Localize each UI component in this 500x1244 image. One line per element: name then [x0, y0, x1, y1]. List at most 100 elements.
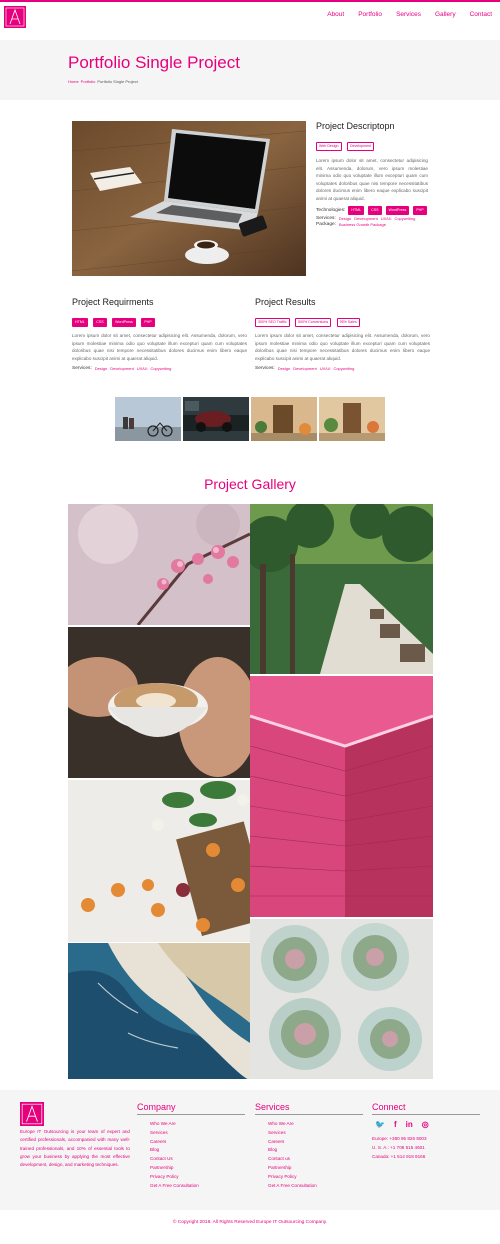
gallery-title: Project Gallery	[204, 476, 296, 492]
technologies-row: Technologies: HTML CSS WordPress PHP	[316, 206, 428, 215]
project-description-text: Lorem ipsum dolor sit amet, consectetur …	[316, 158, 428, 201]
nav-about[interactable]: About	[327, 11, 344, 18]
service-link[interactable]: Development	[110, 366, 134, 371]
thumbnail-couple-bike[interactable]	[115, 397, 181, 441]
gallery-image-coffee[interactable]	[68, 627, 250, 778]
footer-link[interactable]: Who We Are	[150, 1120, 245, 1129]
project-requirements: Project Requirments HTML CSS WordPress P…	[72, 297, 247, 371]
project-description-title: Project Descriptopn	[316, 121, 395, 131]
requirement-tag[interactable]: PHP	[141, 318, 155, 327]
nav-contact[interactable]: Contact	[470, 11, 492, 18]
breadcrumb-portfolio[interactable]: Portfolio	[81, 79, 96, 84]
footer-phone[interactable]: Europe: +380 95 826 5003	[372, 1135, 480, 1144]
gallery-image-succulents[interactable]	[250, 919, 433, 1079]
gallery-image-blossom[interactable]	[68, 504, 250, 625]
service-link[interactable]: Copywriting	[150, 366, 171, 371]
result-tag[interactable]: 95% Sales	[336, 318, 360, 327]
requirements-text: Lorem ipsum dolor sit amet, consectetur …	[72, 333, 247, 361]
service-link[interactable]: Design	[278, 366, 290, 371]
service-link[interactable]: Copywriting	[394, 216, 415, 221]
thumbnail-vintage-car[interactable]	[183, 397, 249, 441]
requirements-services-row: Services: Design Development UX/UI Copyw…	[72, 366, 247, 371]
service-link[interactable]: Design	[339, 216, 351, 221]
tech-tag[interactable]: HTML	[348, 206, 365, 215]
copyright: © Copyright 2018. All Rights Reserved Eu…	[172, 1220, 328, 1225]
results-tags: 300% SEO Traffic 500% Conversions 95% Sa…	[255, 310, 430, 328]
results-services-row: Services: Design Development UX/UI Copyw…	[255, 366, 430, 371]
footer-link[interactable]: Services	[268, 1129, 363, 1138]
package-label: Package:	[316, 222, 337, 227]
gallery-image-pink-wall[interactable]	[250, 676, 433, 917]
footer-link[interactable]: Partnership	[150, 1164, 245, 1173]
nav-services[interactable]: Services	[396, 11, 421, 18]
package-row: Package: Business Growth Package	[316, 222, 428, 227]
nav-portfolio[interactable]: Portfolio	[358, 11, 382, 18]
page-title: Portfolio Single Project	[68, 53, 240, 72]
logo[interactable]	[4, 6, 26, 28]
project-description: Project Descriptopn Web Design Developme…	[316, 121, 428, 227]
result-tag[interactable]: 300% SEO Traffic	[255, 318, 290, 327]
instagram-icon[interactable]: ◎	[422, 1120, 429, 1129]
project-results: Project Results 300% SEO Traffic 500% Co…	[255, 297, 430, 371]
footer-link[interactable]: Contact Us	[150, 1155, 245, 1164]
footer-link[interactable]: Blog	[150, 1146, 245, 1155]
technologies-label: Technologies:	[316, 208, 346, 213]
footer-link[interactable]: Contact us	[268, 1155, 363, 1164]
breadcrumb-home[interactable]: Home	[68, 79, 79, 84]
social-links: 🐦 f in ◎	[372, 1120, 480, 1129]
services-label: Services:	[316, 216, 336, 221]
footer-link[interactable]: Get A Free Consultation	[268, 1182, 363, 1191]
result-tag[interactable]: 500% Conversions	[294, 318, 332, 327]
footer-company-title: Company	[137, 1102, 245, 1115]
footer-connect-title: Connect	[372, 1102, 480, 1115]
footer-link[interactable]: Privacy Policy	[268, 1173, 363, 1182]
breadcrumb: Home Portfolio Portfolio Single Project	[68, 79, 138, 84]
thumbnail-house-door[interactable]	[251, 397, 317, 441]
service-link[interactable]: Development	[354, 216, 378, 221]
footer-link[interactable]: Blog	[268, 1146, 363, 1155]
gallery-image-fruit[interactable]	[68, 780, 250, 942]
footer-services-column: Services Who We Are Services Careers Blo…	[255, 1102, 363, 1190]
service-link[interactable]: UX/UI	[320, 366, 331, 371]
service-link[interactable]: UX/UI	[381, 216, 392, 221]
tech-tag[interactable]: CSS	[368, 206, 382, 215]
project-main-image	[72, 121, 306, 276]
requirement-tag[interactable]: HTML	[72, 318, 88, 327]
footer-about-text: Europe IT Outsourcing is your team of ex…	[20, 1129, 130, 1168]
requirement-tag[interactable]: CSS	[93, 318, 107, 327]
service-link[interactable]: UX/UI	[137, 366, 148, 371]
footer-phone[interactable]: U. S. A.: +1 708 515 4601	[372, 1144, 480, 1153]
tech-tag[interactable]: WordPress	[385, 206, 410, 215]
service-link[interactable]: Development	[293, 366, 317, 371]
category-tag[interactable]: Web Design	[316, 142, 342, 151]
twitter-icon[interactable]: 🐦	[375, 1120, 385, 1129]
gallery-image-ocean[interactable]	[68, 943, 250, 1079]
footer-link[interactable]: Get A Free Consultation	[150, 1182, 245, 1191]
services-row: Services: Design Development UX/UI Copyw…	[316, 216, 428, 221]
footer-link[interactable]: Partnership	[268, 1164, 363, 1173]
nav-gallery[interactable]: Gallery	[435, 11, 456, 18]
footer-link[interactable]: Services	[150, 1129, 245, 1138]
project-thumbnails	[115, 397, 385, 441]
footer-phone[interactable]: Canada: +1 514 918 9166	[372, 1153, 480, 1162]
footer-link[interactable]: Privacy Policy	[150, 1173, 245, 1182]
service-link[interactable]: Copywriting	[333, 366, 354, 371]
logo-a-icon	[5, 7, 25, 27]
footer-link[interactable]: Careers	[150, 1138, 245, 1147]
package-link[interactable]: Business Growth Package	[339, 222, 386, 227]
service-link[interactable]: Design	[95, 366, 107, 371]
site-header: About Portfolio Services Gallery Contact	[0, 2, 500, 40]
footer-link[interactable]: Careers	[268, 1138, 363, 1147]
footer-connect-column: Connect 🐦 f in ◎ Europe: +380 95 826 500…	[372, 1102, 480, 1161]
gallery-image-park-path[interactable]	[250, 504, 433, 674]
requirement-tag[interactable]: WordPress	[112, 318, 136, 327]
footer-logo[interactable]	[20, 1102, 44, 1126]
thumbnail-house-plants[interactable]	[319, 397, 385, 441]
category-tag[interactable]: Development	[346, 142, 375, 151]
footer-link[interactable]: Who We Are	[268, 1120, 363, 1129]
requirements-title: Project Requirments	[72, 297, 154, 307]
tech-tag[interactable]: PHP	[413, 206, 427, 215]
facebook-icon[interactable]: f	[394, 1120, 397, 1129]
main-nav: About Portfolio Services Gallery Contact	[327, 11, 492, 18]
linkedin-icon[interactable]: in	[406, 1120, 413, 1129]
